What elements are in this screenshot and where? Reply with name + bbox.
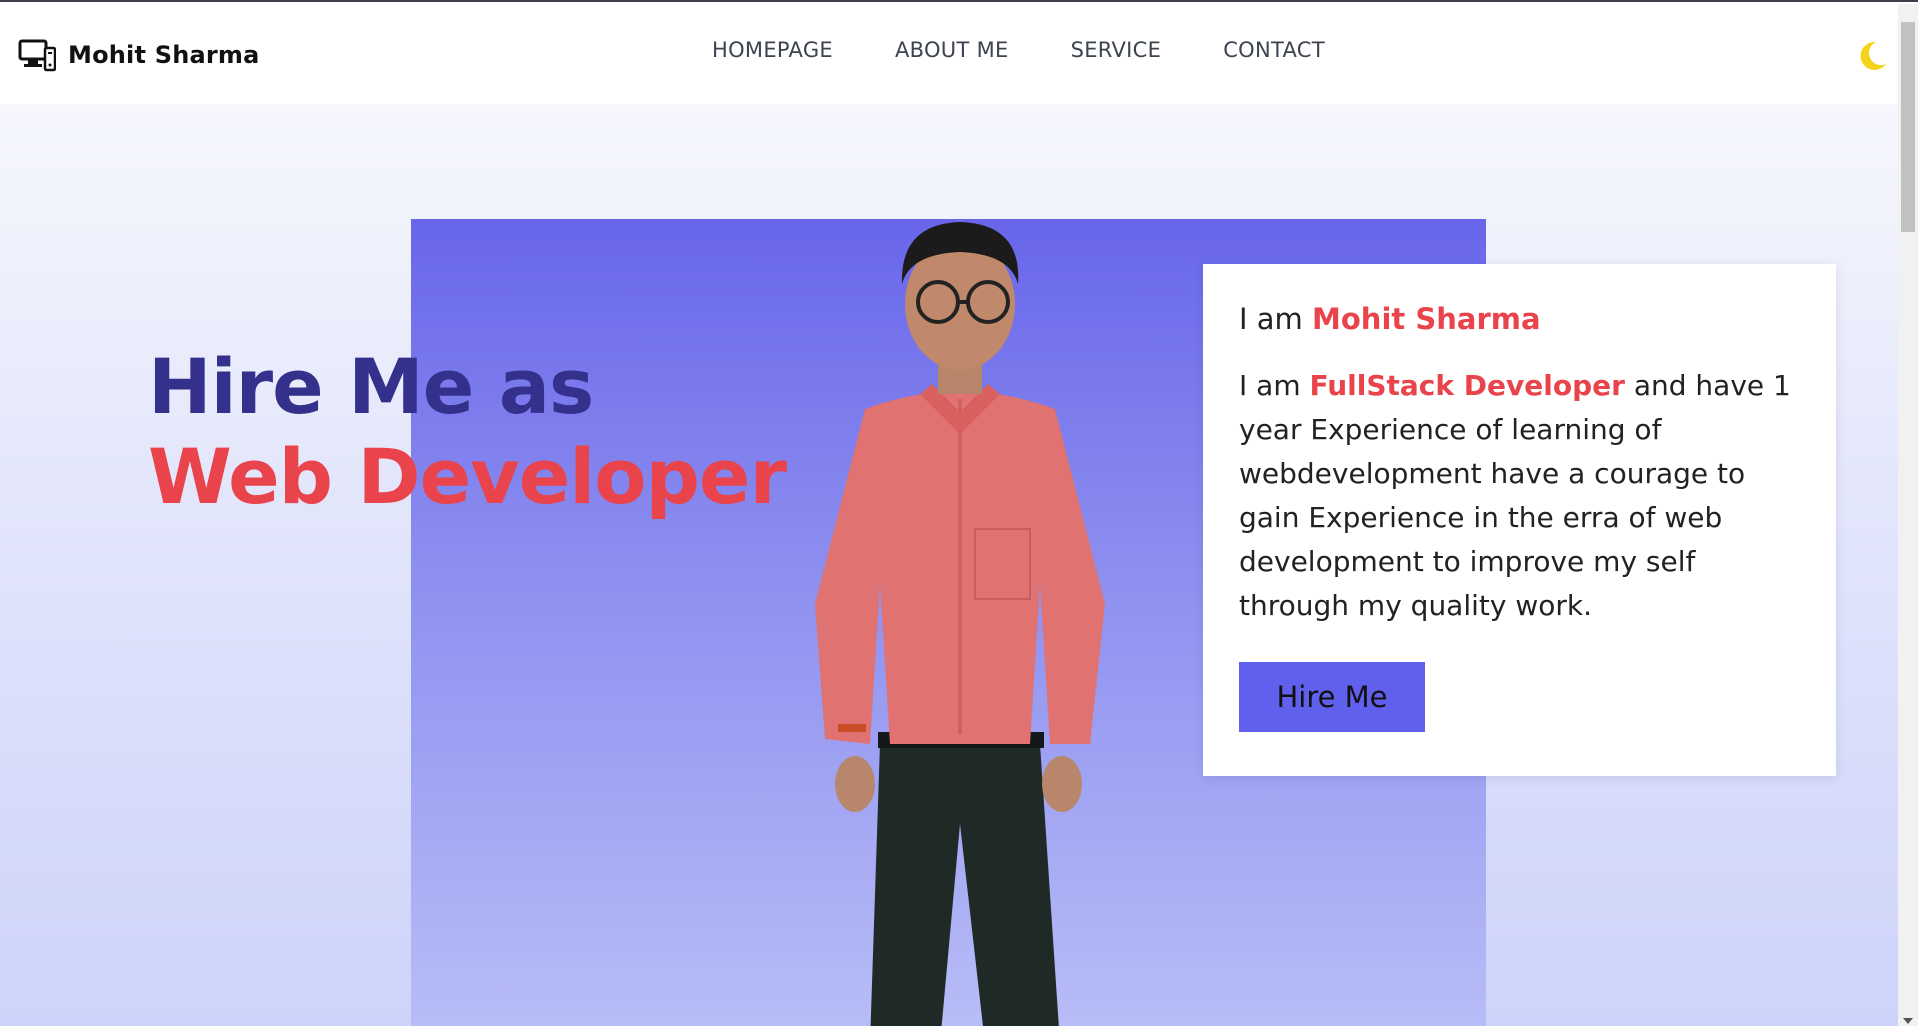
desc-role: FullStack Developer bbox=[1309, 369, 1625, 402]
scrollbar-thumb[interactable] bbox=[1901, 22, 1915, 232]
intro-name: Mohit Sharma bbox=[1312, 302, 1541, 336]
desc-prefix: I am bbox=[1239, 369, 1310, 402]
moon-icon bbox=[1860, 41, 1886, 70]
intro-description: I am FullStack Developer and have 1 year… bbox=[1239, 364, 1800, 628]
desc-rest: and have 1 year Experience of learning o… bbox=[1239, 369, 1791, 622]
intro-prefix: I am bbox=[1239, 302, 1313, 336]
brand-link[interactable]: Mohit Sharma bbox=[18, 38, 260, 72]
page-scrollbar[interactable] bbox=[1898, 4, 1918, 1026]
nav-contact[interactable]: CONTACT bbox=[1223, 38, 1325, 62]
nav-about-me[interactable]: ABOUT ME bbox=[895, 38, 1009, 62]
nav-homepage[interactable]: HOMEPAGE bbox=[712, 38, 833, 62]
top-navbar: Mohit Sharma HOMEPAGE ABOUT ME SERVICE C… bbox=[0, 4, 1898, 104]
intro-heading: I am Mohit Sharma bbox=[1239, 302, 1800, 336]
hero-section: Hire Me as Web Developer I am Mohit Shar… bbox=[0, 104, 1898, 1026]
hero-title: Hire Me as Web Developer bbox=[148, 342, 787, 522]
scroll-down-arrow-icon[interactable] bbox=[1903, 1018, 1913, 1024]
main-nav: HOMEPAGE ABOUT ME SERVICE CONTACT bbox=[712, 38, 1325, 62]
nav-service[interactable]: SERVICE bbox=[1071, 38, 1162, 62]
hire-me-button[interactable]: Hire Me bbox=[1239, 662, 1425, 732]
intro-card: I am Mohit Sharma I am FullStack Develop… bbox=[1203, 264, 1836, 776]
hero-title-line1: Hire Me as bbox=[148, 342, 594, 431]
brand-name: Mohit Sharma bbox=[68, 41, 260, 69]
hero-title-line2: Web Developer bbox=[148, 432, 787, 521]
profile-photo bbox=[815, 222, 1105, 1026]
theme-toggle-button[interactable] bbox=[1854, 38, 1890, 74]
computer-icon bbox=[18, 39, 56, 72]
